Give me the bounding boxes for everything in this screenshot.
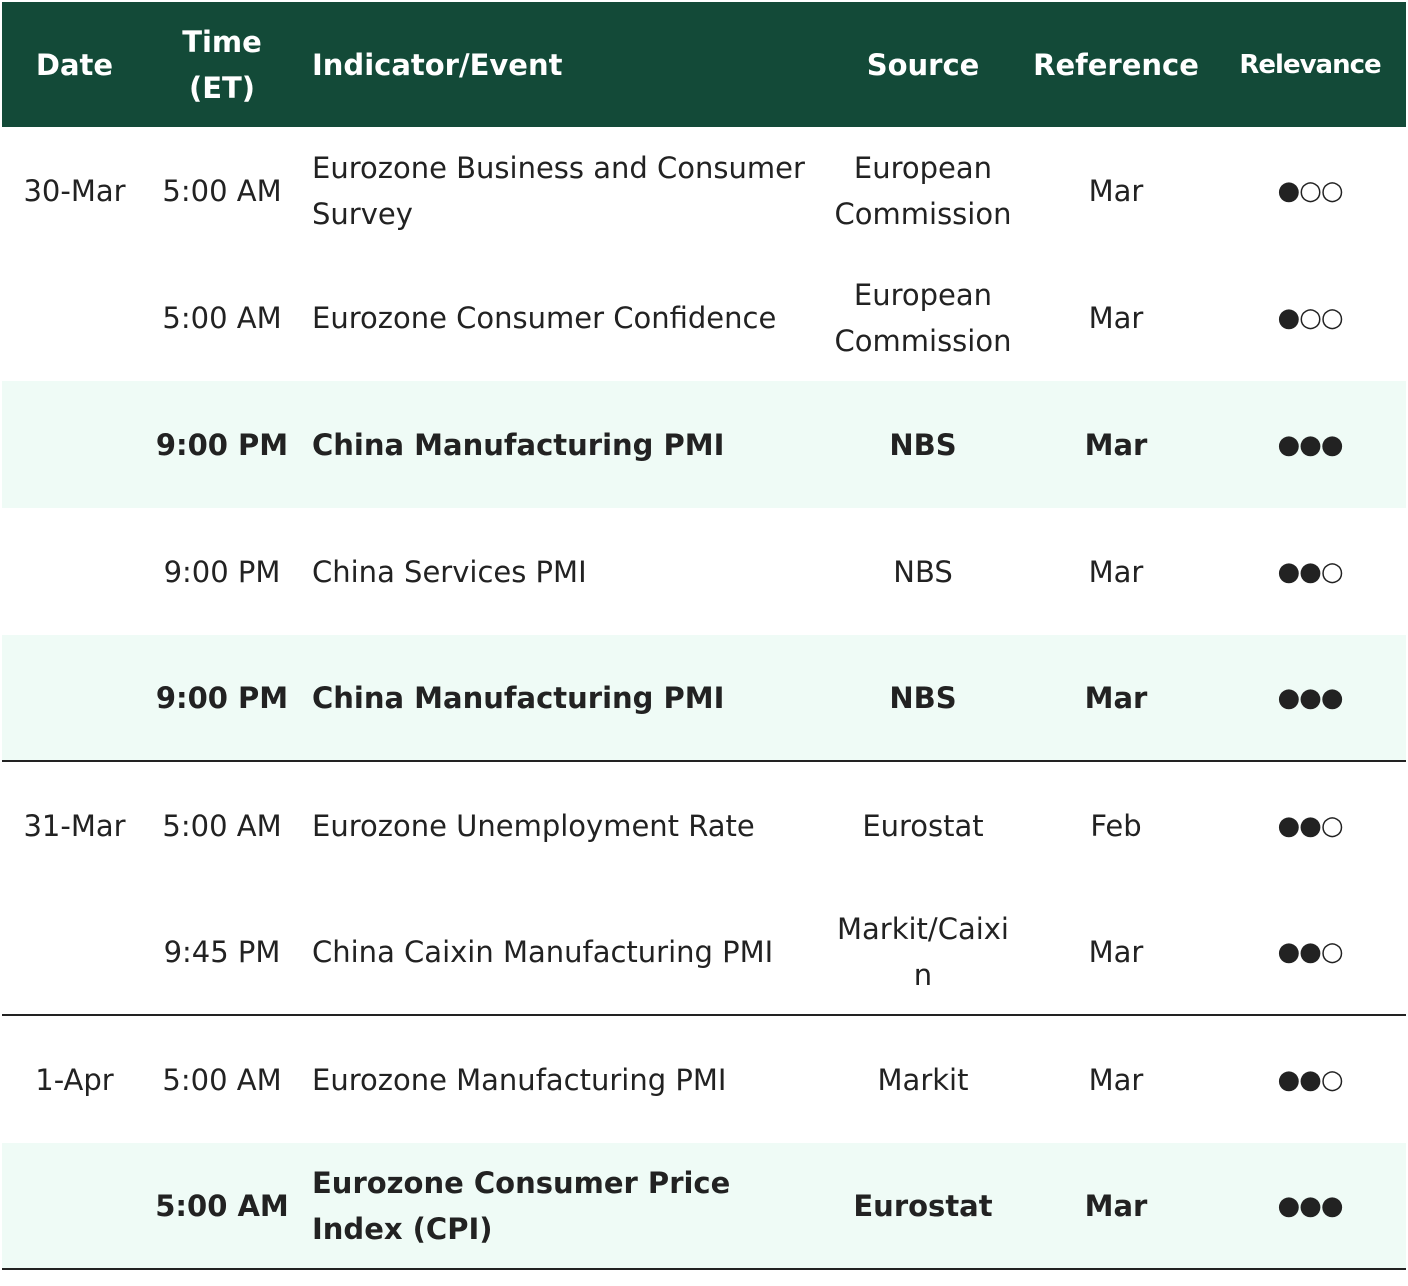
row-reference: Mar — [1088, 173, 1144, 208]
row-indicator: Eurozone Consumer Confidence — [312, 300, 777, 335]
row-date — [2, 254, 147, 381]
row-indicator: Eurozone Consumer Price Index (CPI) — [312, 1165, 731, 1246]
row-source: European Commission — [834, 150, 1012, 231]
row-date — [2, 889, 147, 1014]
row-indicator: Eurozone Business and Consumer Survey — [312, 150, 805, 231]
header-relevance: Relevance — [1239, 49, 1381, 80]
row-relevance: ●●● — [1277, 429, 1343, 460]
table-row-highlighted: 5:00 AM Eurozone Consumer Price Index (C… — [2, 1143, 1406, 1270]
row-source: NBS — [893, 554, 953, 589]
row-indicator: China Manufacturing PMI — [312, 427, 725, 462]
row-relevance: ●○○ — [1277, 175, 1343, 206]
row-relevance: ●●○ — [1277, 810, 1343, 841]
table-row: 9:00 PM China Services PMI NBS Mar ●●○ — [2, 508, 1406, 635]
row-date: 30-Mar — [23, 173, 126, 208]
row-relevance: ●○○ — [1277, 302, 1343, 333]
row-source: NBS — [889, 427, 957, 462]
table-row: 1-Apr 5:00 AM Eurozone Manufacturing PMI… — [2, 1016, 1406, 1143]
row-indicator: Eurozone Manufacturing PMI — [312, 1062, 727, 1097]
header-indicator: Indicator/Event — [312, 47, 563, 82]
row-relevance: ●●○ — [1277, 1064, 1343, 1095]
row-source: NBS — [889, 680, 957, 715]
row-source: Markit/Caixin — [836, 911, 1009, 992]
row-date: 31-Mar — [23, 808, 126, 843]
row-date — [2, 381, 147, 508]
row-indicator: China Manufacturing PMI — [312, 680, 725, 715]
table-row: 30-Mar 5:00 AM Eurozone Business and Con… — [2, 127, 1406, 254]
header-source: Source — [866, 47, 980, 82]
row-indicator: China Services PMI — [312, 554, 587, 589]
row-reference: Mar — [1084, 427, 1148, 462]
row-reference: Mar — [1088, 554, 1144, 589]
row-reference: Mar — [1088, 300, 1144, 335]
row-time: 5:00 AM — [155, 1188, 289, 1223]
row-time: 5:00 AM — [162, 1062, 282, 1097]
table-row: 9:45 PM China Caixin Manufacturing PMI M… — [2, 889, 1406, 1016]
row-time: 5:00 AM — [162, 808, 282, 843]
row-time: 5:00 AM — [162, 300, 282, 335]
row-time: 9:00 PM — [155, 427, 289, 462]
row-date: 1-Apr — [35, 1062, 114, 1097]
row-time: 9:00 PM — [155, 680, 289, 715]
table-row: 31-Mar 5:00 AM Eurozone Unemployment Rat… — [2, 762, 1406, 889]
row-source: Eurostat — [853, 1188, 993, 1223]
row-reference: Mar — [1084, 1188, 1148, 1223]
row-source: Markit — [877, 1062, 969, 1097]
row-time: 9:00 PM — [163, 554, 281, 589]
economic-calendar-table: Date Time (ET) Indicator/Event Source Re… — [2, 2, 1406, 1270]
header-date: Date — [35, 47, 114, 82]
row-relevance: ●●○ — [1277, 936, 1343, 967]
row-reference: Mar — [1084, 680, 1148, 715]
row-reference: Mar — [1088, 1062, 1144, 1097]
row-source: European Commission — [834, 277, 1012, 358]
row-indicator: Eurozone Unemployment Rate — [312, 808, 755, 843]
row-reference: Feb — [1090, 808, 1142, 843]
table-row: 5:00 AM Eurozone Consumer Confidence Eur… — [2, 254, 1406, 381]
row-relevance: ●●● — [1277, 682, 1343, 713]
row-time: 5:00 AM — [162, 173, 282, 208]
header-time: Time (ET) — [182, 24, 262, 105]
row-source: Eurostat — [862, 808, 984, 843]
row-reference: Mar — [1088, 934, 1144, 969]
row-date — [2, 508, 147, 635]
header-reference: Reference — [1033, 47, 1199, 82]
row-date — [2, 635, 147, 760]
row-relevance: ●●● — [1277, 1190, 1343, 1221]
row-date — [2, 1143, 147, 1268]
row-indicator: China Caixin Manufacturing PMI — [312, 934, 774, 969]
table-header: Date Time (ET) Indicator/Event Source Re… — [2, 2, 1406, 127]
table-row-highlighted: 9:00 PM China Manufacturing PMI NBS Mar … — [2, 635, 1406, 762]
row-relevance: ●●○ — [1277, 556, 1343, 587]
row-time: 9:45 PM — [163, 934, 281, 969]
table-row-highlighted: 9:00 PM China Manufacturing PMI NBS Mar … — [2, 381, 1406, 508]
